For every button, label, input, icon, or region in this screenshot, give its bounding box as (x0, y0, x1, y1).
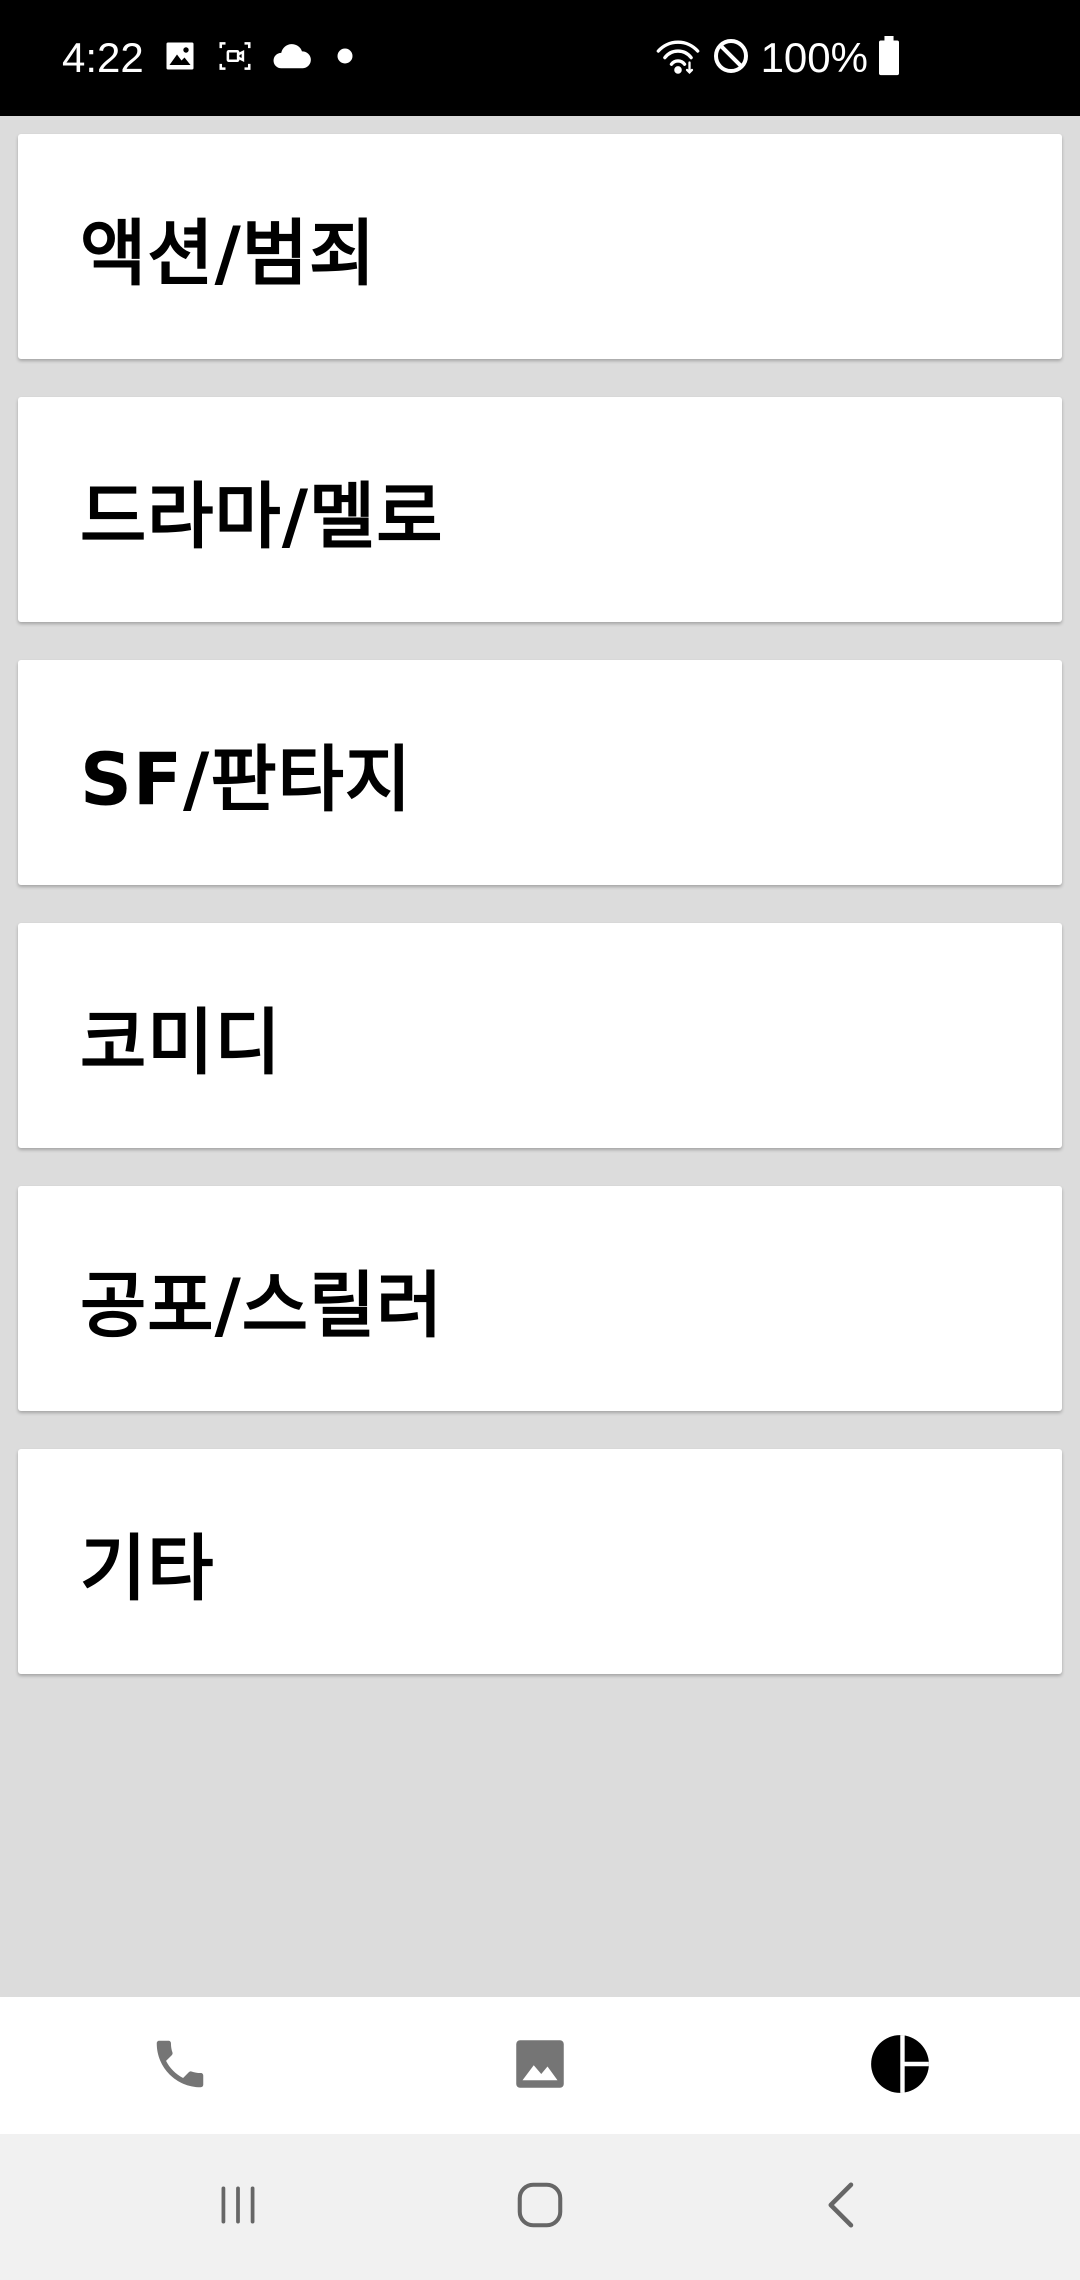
image-notification-icon (162, 38, 198, 78)
recent-apps-icon (213, 2180, 263, 2234)
image-icon (510, 2034, 570, 2098)
battery-icon (878, 36, 900, 80)
genre-label: 코미디 (80, 1000, 282, 1084)
do-not-disturb-icon (711, 36, 751, 80)
cloud-icon (272, 41, 312, 75)
genre-label: 액션/범죄 (80, 211, 377, 295)
genre-label: 드라마/멜로 (80, 474, 444, 558)
genre-card-etc[interactable]: 기타 (18, 1449, 1062, 1674)
genre-list: 액션/범죄 드라마/멜로 SF/판타지 코미디 공포/스릴러 기타 (0, 116, 1080, 1996)
dot-icon (330, 41, 360, 75)
genre-card-action-crime[interactable]: 액션/범죄 (18, 134, 1062, 359)
recent-apps-button[interactable] (138, 2134, 338, 2280)
genre-label: 기타 (80, 1526, 215, 1610)
genre-label: 공포/스릴러 (80, 1263, 444, 1347)
battery-percent: 100% (760, 34, 868, 81)
back-button[interactable] (742, 2134, 942, 2280)
pie-chart-icon (867, 2031, 933, 2101)
nav-gallery-button[interactable] (360, 1997, 720, 2134)
genre-label: SF/판타지 (80, 737, 413, 821)
screen-record-icon (216, 37, 254, 79)
status-left-group: 4:22 (62, 0, 360, 116)
system-navigation-bar (0, 2134, 1080, 2280)
status-bar: 4:22 100% (0, 0, 1080, 116)
phone-icon (149, 2033, 211, 2099)
genre-card-sf-fantasy[interactable]: SF/판타지 (18, 660, 1062, 885)
nav-stats-button[interactable] (720, 1997, 1080, 2134)
back-icon (819, 2178, 865, 2236)
bottom-navigation (0, 1997, 1080, 2134)
home-icon (513, 2178, 567, 2236)
status-time: 4:22 (62, 34, 144, 81)
wifi-icon (655, 36, 701, 80)
nav-phone-button[interactable] (0, 1997, 360, 2134)
genre-card-drama-romance[interactable]: 드라마/멜로 (18, 397, 1062, 622)
genre-card-horror-thriller[interactable]: 공포/스릴러 (18, 1186, 1062, 1411)
home-button[interactable] (440, 2134, 640, 2280)
genre-card-comedy[interactable]: 코미디 (18, 923, 1062, 1148)
status-right-group: 100% (655, 0, 900, 116)
